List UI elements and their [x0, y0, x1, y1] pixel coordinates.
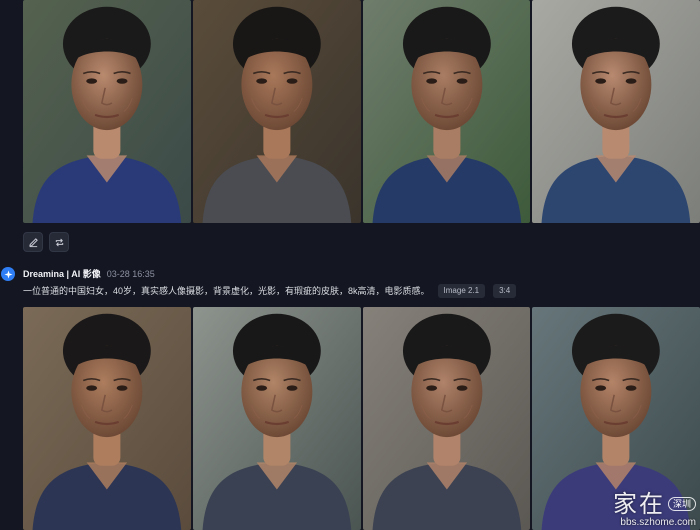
author-name: Dreamina | AI 影像 [23, 269, 101, 279]
generated-image[interactable] [23, 0, 191, 223]
aspect-ratio-tag: 3:4 [493, 284, 517, 298]
generated-image[interactable] [532, 307, 700, 530]
prompt-row: 一位普通的中国妇女，40岁，真实感人像摄影，背景虚化，光影，有瑕疵的皮肤，8k高… [23, 284, 517, 298]
regenerate-button[interactable] [49, 232, 69, 252]
portrait-image [362, 307, 531, 530]
image-grid-top [23, 0, 700, 223]
portrait-image [192, 0, 361, 223]
portrait-image [532, 307, 700, 530]
generated-image[interactable] [532, 0, 700, 223]
edit-button[interactable] [23, 232, 43, 252]
prompt-text: 一位普通的中国妇女，40岁，真实感人像摄影，背景虚化，光影，有瑕疵的皮肤，8k高… [23, 286, 430, 296]
portrait-image [362, 0, 531, 223]
avatar[interactable] [1, 267, 15, 281]
image-action-bar [23, 232, 69, 252]
repeat-icon [55, 238, 63, 246]
pencil-icon [28, 237, 38, 247]
timestamp: 03-28 16:35 [106, 269, 155, 279]
portrait-image [532, 0, 700, 223]
image-grid-bottom [23, 307, 700, 530]
generation-meta: Dreamina | AI 影像 03-28 16:35 [23, 268, 155, 280]
generated-image[interactable] [362, 0, 531, 223]
generated-image[interactable] [192, 0, 361, 223]
portrait-image [192, 307, 361, 530]
generated-image[interactable] [362, 307, 531, 530]
portrait-image [23, 0, 191, 223]
portrait-image [23, 307, 191, 530]
generated-image[interactable] [23, 307, 191, 530]
model-tag: Image 2.1 [437, 284, 486, 298]
generated-image[interactable] [192, 307, 361, 530]
generation-feed: Dreamina | AI 影像 03-28 16:35 一位普通的中国妇女，40… [0, 0, 700, 530]
dreamina-star-icon [3, 269, 13, 279]
